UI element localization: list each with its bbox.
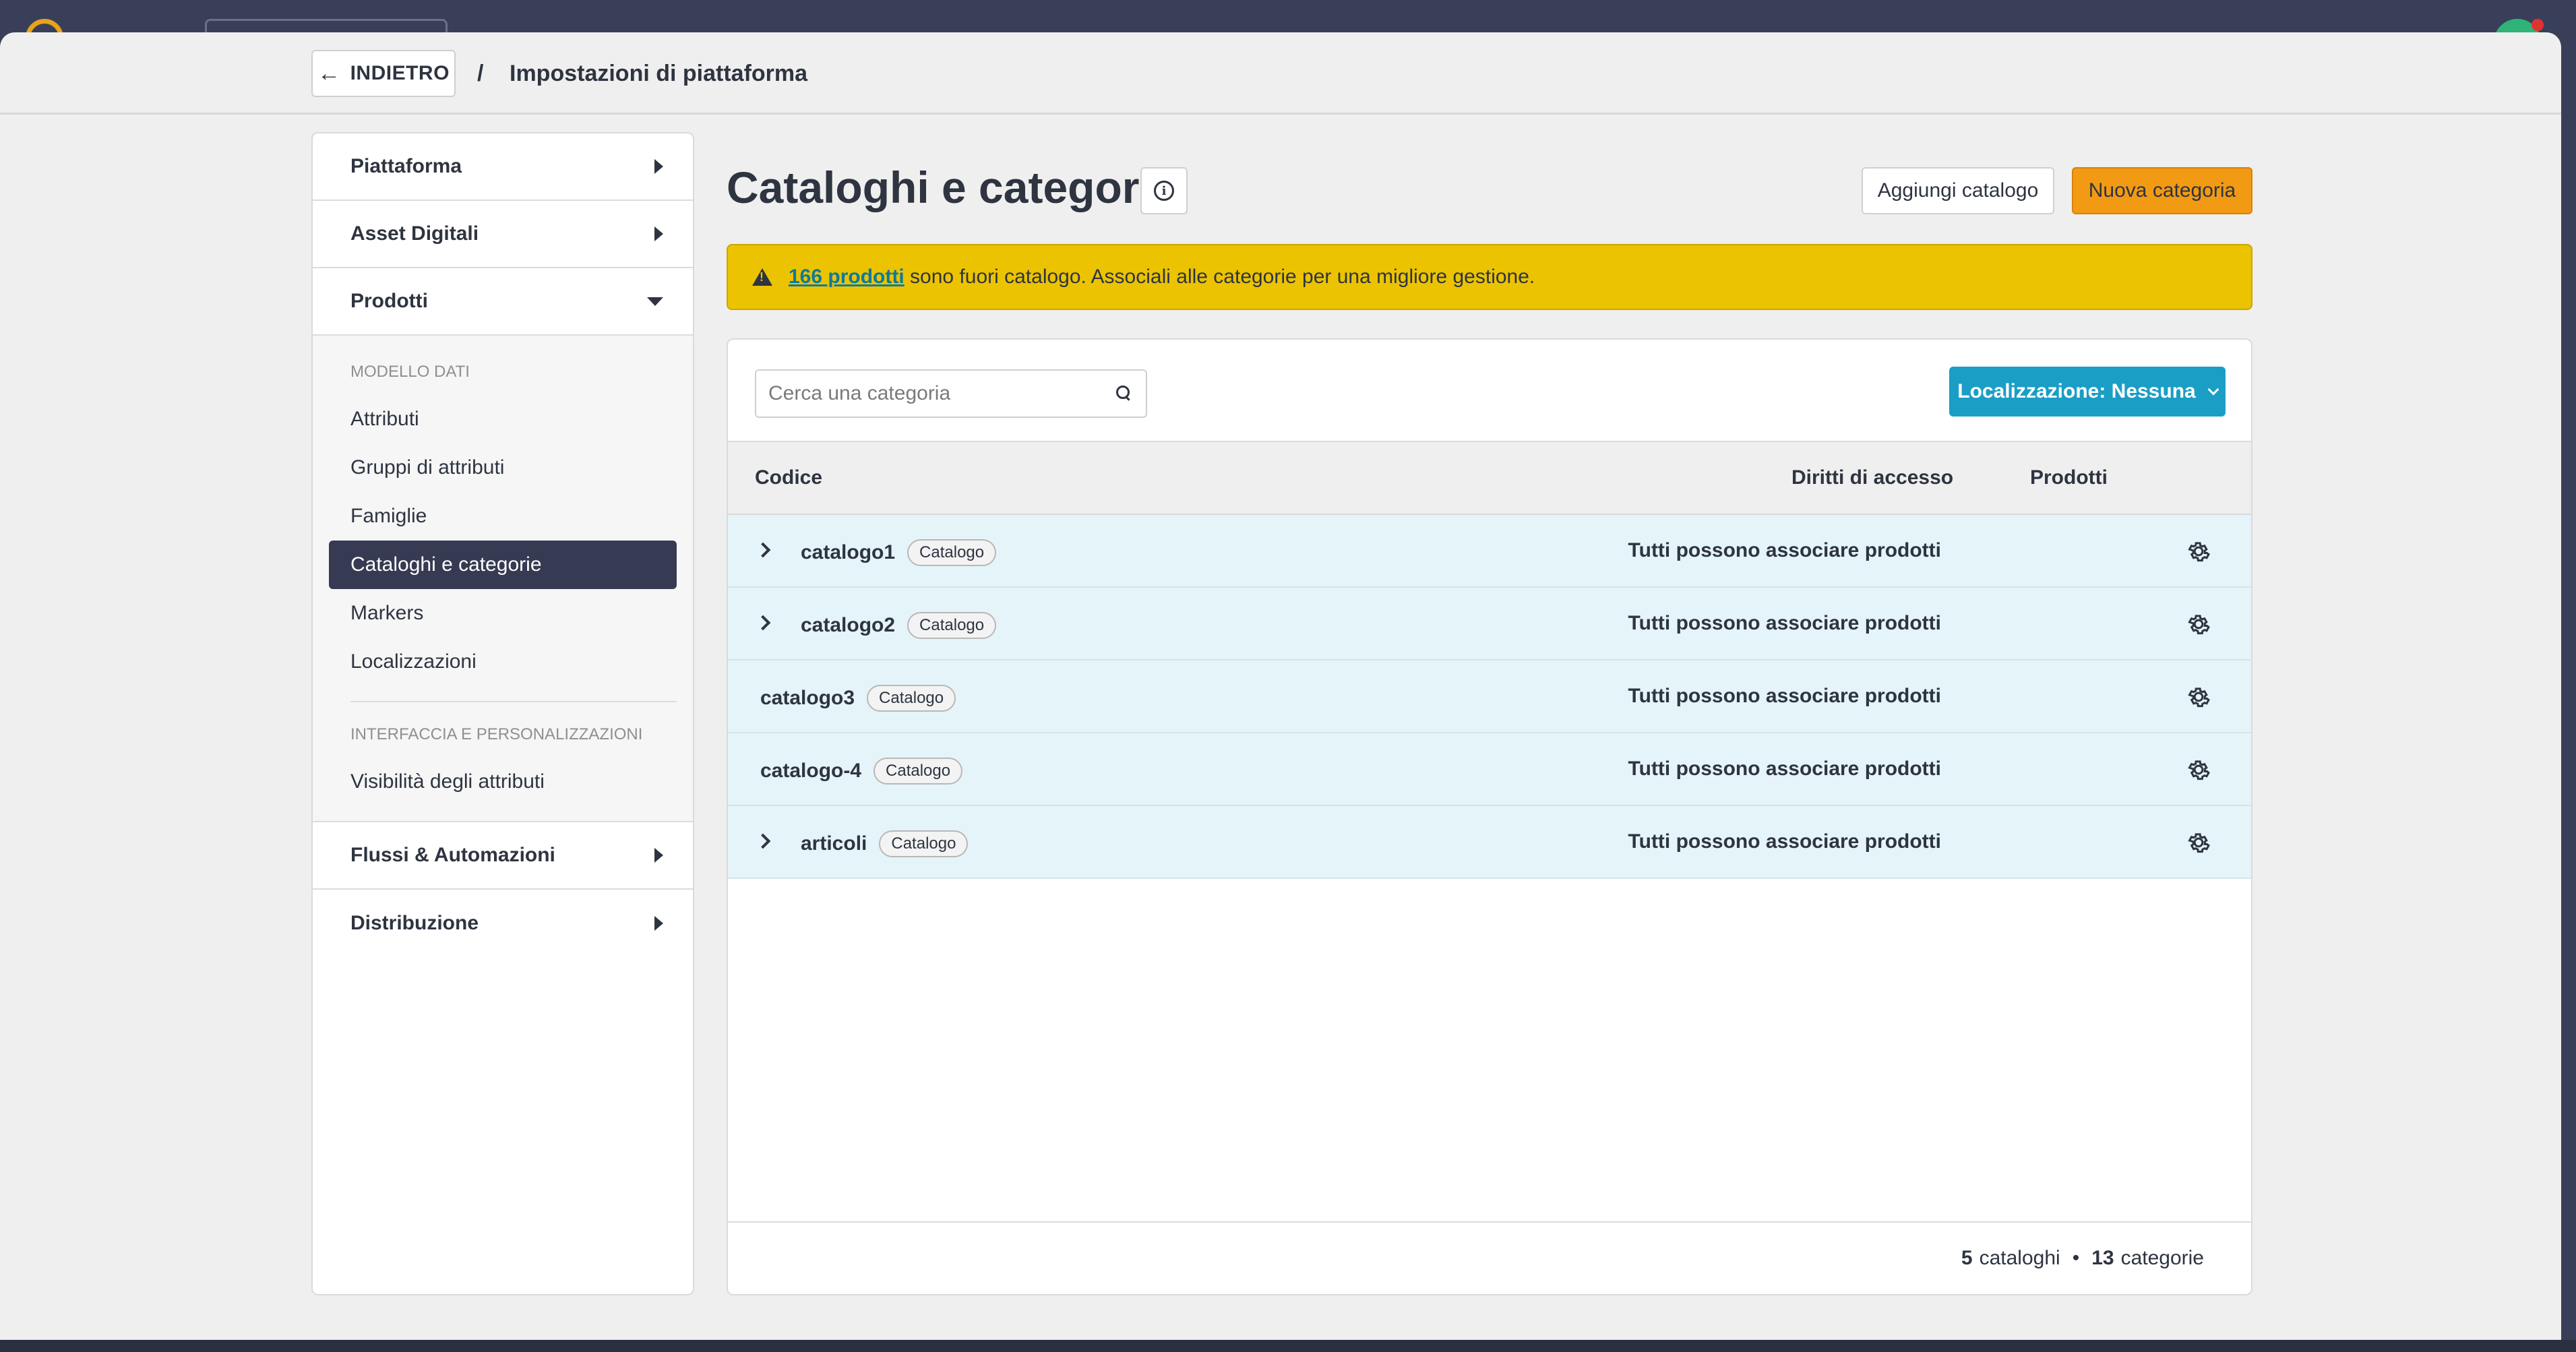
prodotti-subpanel: MODELLO DATI Attributi Gruppi di attribu… (313, 336, 693, 822)
page-title: Cataloghi e categorie (727, 162, 1177, 212)
table-row[interactable]: catalogo1 Catalogo Tutti possono associa… (728, 515, 2251, 588)
row-code-text: catalogo3 (760, 687, 855, 709)
warning-icon (752, 268, 772, 286)
sidebar-item-gruppi-di-attributi[interactable]: Gruppi di attributi (329, 443, 677, 492)
gear-icon[interactable] (2185, 683, 2212, 710)
breadcrumb-separator: / (477, 61, 484, 86)
catalog-badge: Catalogo (873, 758, 963, 785)
row-access: Tutti possono associare prodotti (1628, 612, 1941, 634)
table-row[interactable]: catalogo2 Catalogo Tutti possono associa… (728, 588, 2251, 660)
back-button[interactable]: ← INDIETRO (311, 50, 456, 97)
table-row[interactable]: articoli Catalogo Tutti possono associar… (728, 806, 2251, 879)
sidebar-item-flussi-automazioni[interactable]: Flussi & Automazioni (313, 822, 693, 890)
sidebar-item-label: Asset Digitali (350, 222, 479, 245)
row-code-text: articoli (801, 832, 867, 855)
uncatalogued-products-link[interactable]: 166 prodotti (789, 266, 904, 288)
column-header-code[interactable]: Codice (755, 466, 822, 489)
sidebar-item-label: Piattaforma (350, 155, 462, 177)
row-access: Tutti possono associare prodotti (1628, 758, 1941, 780)
catalog-badge: Catalogo (867, 685, 956, 712)
info-button[interactable]: i (1140, 167, 1188, 214)
window-bottom-edge (0, 1340, 2576, 1352)
warning-message: sono fuori catalogo. Associali alle cate… (910, 266, 1535, 288)
column-header-products[interactable]: Prodotti (2030, 466, 2108, 489)
divider (350, 701, 677, 702)
sidebar-item-markers[interactable]: Markers (329, 589, 677, 638)
catalog-badge: Catalogo (907, 612, 997, 639)
row-code: catalogo1 Catalogo (801, 539, 997, 566)
notification-dot-icon (2532, 19, 2544, 31)
caret-right-icon (654, 848, 663, 863)
row-access: Tutti possono associare prodotti (1628, 830, 1941, 853)
row-access: Tutti possono associare prodotti (1628, 685, 1941, 707)
caret-right-icon (654, 916, 663, 931)
search-icon[interactable] (1116, 386, 1131, 400)
sidebar-item-visibilita-attributi[interactable]: Visibilità degli attributi (329, 758, 677, 806)
gear-icon[interactable] (2185, 538, 2212, 565)
catalog-count: 5 (1961, 1247, 1973, 1269)
sidebar-item-famiglie[interactable]: Famiglie (329, 492, 677, 541)
catalog-badge: Catalogo (879, 830, 969, 857)
back-button-label: INDIETRO (350, 62, 450, 84)
group-heading-interfaccia: INTERFACCIA E PERSONALIZZAZIONI (350, 725, 643, 743)
chevron-right-icon[interactable] (755, 615, 771, 631)
search-input[interactable] (756, 371, 1146, 417)
caret-right-icon (654, 226, 663, 241)
column-header-access[interactable]: Diritti di accesso (1791, 466, 1953, 489)
table-toolbar: Localizzazione: Nessuna (728, 340, 2251, 442)
table-row[interactable]: catalogo-4 Catalogo Tutti possono associ… (728, 733, 2251, 806)
row-code-text: catalogo-4 (760, 760, 862, 782)
warning-banner: 166 prodotti sono fuori catalogo. Associ… (727, 244, 2252, 310)
category-count-label: categorie (2120, 1247, 2204, 1269)
category-count: 13 (2091, 1247, 2114, 1269)
sidebar-item-piattaforma[interactable]: Piattaforma (313, 133, 693, 201)
footer-bullet: • (2072, 1247, 2080, 1269)
group-heading-modello-dati: MODELLO DATI (350, 363, 470, 381)
table-footer: 5 cataloghi • 13 categorie (728, 1221, 2251, 1294)
modal-header: ← INDIETRO / Impostazioni di piattaforma (0, 32, 2561, 115)
sidebar-item-label: Distribuzione (350, 912, 479, 934)
new-category-button[interactable]: Nuova categoria (2072, 167, 2252, 214)
sidebar-item-asset-digitali[interactable]: Asset Digitali (313, 201, 693, 268)
row-code: catalogo-4 Catalogo (760, 758, 963, 785)
info-icon: i (1154, 181, 1174, 201)
table-row[interactable]: catalogo3 Catalogo Tutti possono associa… (728, 660, 2251, 733)
add-catalog-button[interactable]: Aggiungi catalogo (1862, 167, 2054, 214)
row-code-text: catalogo2 (801, 614, 896, 636)
localization-dropdown[interactable]: Localizzazione: Nessuna (1949, 367, 2226, 417)
caret-right-icon (654, 159, 663, 174)
row-code: catalogo2 Catalogo (801, 612, 997, 639)
chevron-right-icon[interactable] (755, 833, 771, 849)
sidebar-item-localizzazioni[interactable]: Localizzazioni (329, 638, 677, 686)
search-box (755, 369, 1147, 418)
table-header: Codice Diritti di accesso Prodotti (728, 442, 2251, 515)
breadcrumb: Impostazioni di piattaforma (510, 61, 808, 86)
catalog-badge: Catalogo (907, 539, 997, 566)
catalog-table-card: Localizzazione: Nessuna Codice Diritti d… (727, 338, 2252, 1295)
row-access: Tutti possono associare prodotti (1628, 539, 1941, 561)
sidebar-item-cataloghi-e-categorie[interactable]: Cataloghi e categorie (329, 541, 677, 589)
row-code: articoli Catalogo (801, 830, 969, 857)
warning-text: 166 prodotti sono fuori catalogo. Associ… (789, 266, 1535, 288)
sidebar-item-label: Prodotti (350, 290, 428, 312)
gear-icon[interactable] (2185, 829, 2212, 856)
chevron-right-icon[interactable] (755, 542, 771, 558)
sidebar-item-prodotti[interactable]: Prodotti (313, 268, 693, 336)
arrow-left-icon: ← (317, 60, 341, 86)
caret-down-icon (647, 297, 663, 306)
sidebar-item-distribuzione[interactable]: Distribuzione (313, 890, 693, 957)
gear-icon[interactable] (2185, 756, 2212, 783)
gear-icon[interactable] (2185, 611, 2212, 638)
settings-sidebar: Piattaforma Asset Digitali Prodotti MODE… (311, 132, 694, 1295)
catalog-count-label: cataloghi (1979, 1247, 2060, 1269)
row-code-text: catalogo1 (801, 541, 896, 563)
sidebar-item-attributi[interactable]: Attributi (329, 395, 677, 443)
row-code: catalogo3 Catalogo (760, 685, 956, 712)
sidebar-item-label: Flussi & Automazioni (350, 844, 555, 866)
chevron-down-icon (2207, 383, 2219, 396)
localization-label: Localizzazione: Nessuna (1957, 380, 2196, 402)
